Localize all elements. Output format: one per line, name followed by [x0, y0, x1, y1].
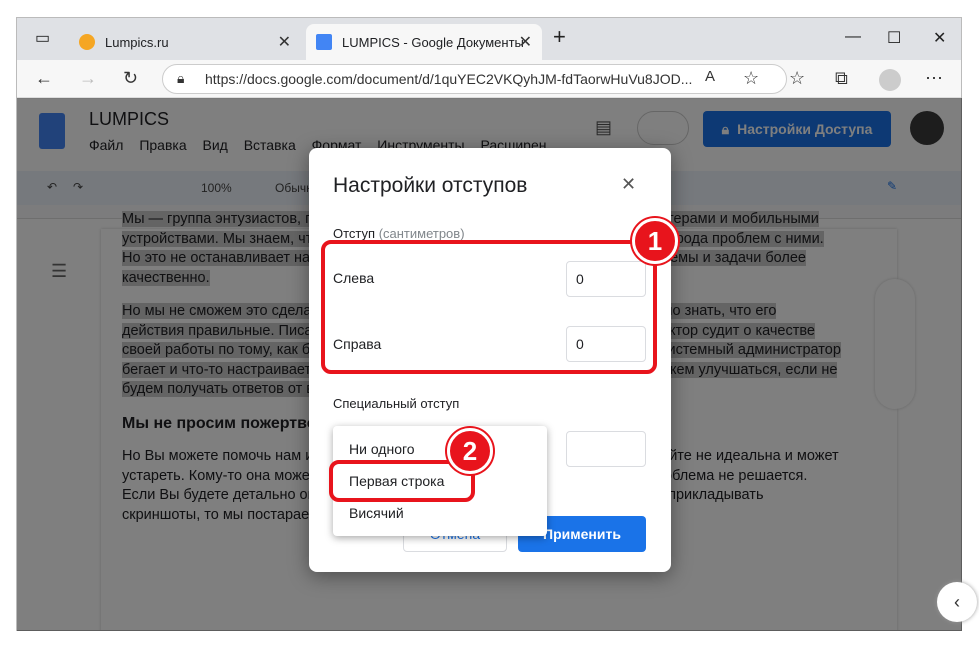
indent-units: (сантиметров): [378, 226, 465, 241]
step-badge-1: 1: [632, 218, 678, 264]
highlight-indent-fields: [321, 240, 657, 374]
option-hanging[interactable]: Висячий: [349, 505, 404, 521]
maximize-icon[interactable]: ☐: [887, 28, 901, 48]
close-tab-icon[interactable]: ✕: [519, 32, 532, 52]
tab-label: LUMPICS - Google Документы: [342, 34, 524, 50]
docs-favicon-icon: [316, 34, 332, 50]
tab-strip: ▭ Lumpics.ru ✕ LUMPICS - Google Документ…: [17, 18, 961, 60]
forward-icon[interactable]: →: [79, 68, 97, 89]
close-icon[interactable]: ✕: [621, 174, 636, 195]
reload-icon[interactable]: ↻: [123, 68, 138, 89]
tab-google-docs[interactable]: LUMPICS - Google Документы ✕: [306, 24, 542, 60]
url-field[interactable]: 🔒︎ https://docs.google.com/document/d/1q…: [162, 64, 787, 94]
favorite-add-icon[interactable]: ☆: [743, 68, 759, 89]
back-icon[interactable]: ←: [35, 68, 53, 89]
window-close-icon[interactable]: ✕: [933, 28, 946, 48]
minimize-icon[interactable]: —: [845, 28, 861, 46]
address-bar-row: ← → ↻ 🔒︎ https://docs.google.com/documen…: [17, 60, 961, 98]
collections-icon[interactable]: ⧉: [835, 68, 848, 89]
lumpics-favicon-icon: [79, 34, 95, 50]
more-menu-icon[interactable]: ⋯: [925, 68, 943, 89]
indent-section-label: Отступ (сантиметров): [333, 226, 465, 241]
tab-actions-icon[interactable]: ▭: [35, 28, 50, 48]
lock-icon: 🔒︎: [177, 70, 185, 86]
indent-label: Отступ: [333, 226, 376, 241]
special-indent-label: Специальный отступ: [333, 396, 460, 411]
dialog-title: Настройки отступов: [333, 174, 528, 197]
favorites-icon[interactable]: ☆: [789, 68, 805, 89]
read-aloud-icon[interactable]: A: [705, 68, 715, 85]
url-text: https://docs.google.com/document/d/1quYE…: [205, 71, 693, 87]
tab-label: Lumpics.ru: [105, 34, 169, 50]
tab-lumpics[interactable]: Lumpics.ru ✕: [69, 24, 301, 60]
close-tab-icon[interactable]: ✕: [278, 32, 291, 52]
special-indent-input[interactable]: [566, 431, 646, 467]
step-badge-2: 2: [447, 428, 493, 474]
new-tab-button[interactable]: +: [553, 24, 566, 50]
profile-icon[interactable]: [879, 69, 901, 91]
collapse-sidebar-icon[interactable]: ‹: [937, 582, 977, 622]
option-none[interactable]: Ни одного: [349, 441, 415, 457]
